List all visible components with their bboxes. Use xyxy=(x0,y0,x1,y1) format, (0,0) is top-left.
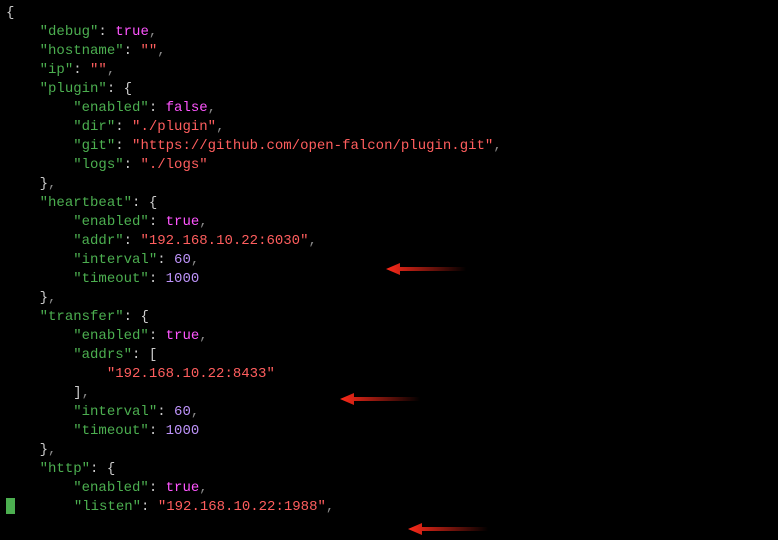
code-line: { xyxy=(6,4,772,23)
code-line: ], xyxy=(6,384,772,403)
json-value: 60 xyxy=(174,404,191,420)
json-value: true xyxy=(115,24,149,40)
json-value: true xyxy=(166,480,200,496)
json-value: 1000 xyxy=(166,423,200,439)
json-key: "ip" xyxy=(40,62,74,78)
json-key: "addrs" xyxy=(73,347,132,363)
json-value: true xyxy=(166,328,200,344)
json-key: "logs" xyxy=(73,157,123,173)
code-line: "timeout": 1000 xyxy=(6,270,772,289)
json-value: "192.168.10.22:6030" xyxy=(140,233,308,249)
code-line: "enabled": false, xyxy=(6,99,772,118)
json-key: "plugin" xyxy=(40,81,107,97)
json-value: 1000 xyxy=(166,271,200,287)
code-line: }, xyxy=(6,289,772,308)
json-key: "debug" xyxy=(40,24,99,40)
json-value: "192.168.10.22:8433" xyxy=(107,366,275,382)
json-value: 60 xyxy=(174,252,191,268)
json-key: "heartbeat" xyxy=(40,195,132,211)
json-key: "enabled" xyxy=(73,100,149,116)
code-line: "enabled": true, xyxy=(6,213,772,232)
code-line: "transfer": { xyxy=(6,308,772,327)
code-line: "hostname": "", xyxy=(6,42,772,61)
json-value: "192.168.10.22:1988" xyxy=(158,499,326,515)
code-line: "logs": "./logs" xyxy=(6,156,772,175)
json-value: "./logs" xyxy=(140,157,207,173)
json-key: "enabled" xyxy=(73,480,149,496)
json-key: "transfer" xyxy=(40,309,124,325)
code-line: "listen": "192.168.10.22:1988", xyxy=(6,498,772,517)
code-line: "debug": true, xyxy=(6,23,772,42)
code-line: }, xyxy=(6,175,772,194)
json-key: "timeout" xyxy=(73,423,149,439)
json-key: "enabled" xyxy=(73,328,149,344)
code-line: "addr": "192.168.10.22:6030", xyxy=(6,232,772,251)
code-line: "addrs": [ xyxy=(6,346,772,365)
json-key: "interval" xyxy=(73,252,157,268)
code-line: "http": { xyxy=(6,460,772,479)
json-value: "" xyxy=(140,43,157,59)
json-value: "https://github.com/open-falcon/plugin.g… xyxy=(132,138,493,154)
json-key: "git" xyxy=(73,138,115,154)
code-line: "dir": "./plugin", xyxy=(6,118,772,137)
json-key: "enabled" xyxy=(73,214,149,230)
code-line: "interval": 60, xyxy=(6,403,772,422)
json-value: true xyxy=(166,214,200,230)
json-config-view: { "debug": true, "hostname": "", "ip": "… xyxy=(6,4,772,517)
json-key: "hostname" xyxy=(40,43,124,59)
json-value: "" xyxy=(90,62,107,78)
json-key: "interval" xyxy=(73,404,157,420)
json-key: "addr" xyxy=(73,233,123,249)
code-line: "plugin": { xyxy=(6,80,772,99)
code-line: "enabled": true, xyxy=(6,327,772,346)
code-line: }, xyxy=(6,441,772,460)
code-line: "ip": "", xyxy=(6,61,772,80)
json-key: "http" xyxy=(40,461,90,477)
code-line: "enabled": true, xyxy=(6,479,772,498)
json-key: "dir" xyxy=(73,119,115,135)
annotation-arrow-icon xyxy=(408,522,488,536)
code-line: "timeout": 1000 xyxy=(6,422,772,441)
json-value: false xyxy=(166,100,208,116)
code-line: "heartbeat": { xyxy=(6,194,772,213)
text-cursor xyxy=(6,498,15,514)
json-key: "timeout" xyxy=(73,271,149,287)
json-value: "./plugin" xyxy=(132,119,216,135)
code-line: "interval": 60, xyxy=(6,251,772,270)
json-key: "listen" xyxy=(74,499,141,515)
code-line: "192.168.10.22:8433" xyxy=(6,365,772,384)
code-line: "git": "https://github.com/open-falcon/p… xyxy=(6,137,772,156)
